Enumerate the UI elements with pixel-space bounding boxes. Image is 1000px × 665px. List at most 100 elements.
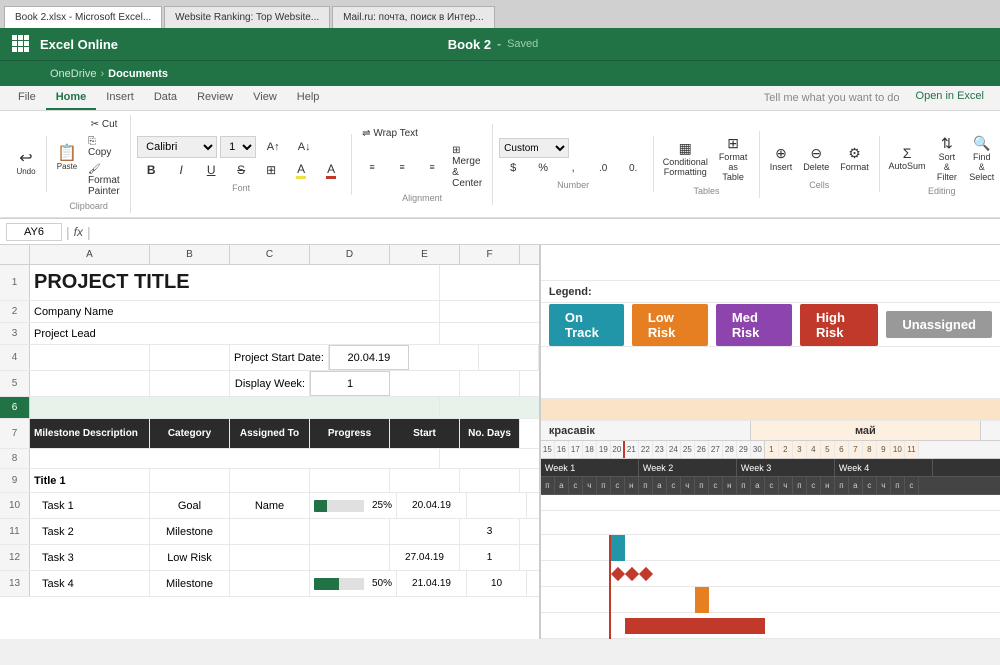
cell-E12[interactable]: 27.04.19 xyxy=(390,545,460,570)
align-left-button[interactable]: ≡ xyxy=(358,143,386,191)
insert-icon: ⊕ xyxy=(775,145,787,162)
find-select-button[interactable]: 🔍 Find &Select xyxy=(966,133,998,184)
increase-decimal-button[interactable]: .0 xyxy=(589,160,617,176)
cell-D4-value[interactable]: 20.04.19 xyxy=(329,345,409,370)
badge-unassigned: Unassigned xyxy=(886,311,992,338)
cell-C12 xyxy=(230,545,310,570)
dn-25: ч xyxy=(877,477,891,494)
documents-link[interactable]: Documents xyxy=(108,68,168,80)
cell-F10[interactable] xyxy=(467,493,527,518)
cell-A13[interactable]: Task 4 xyxy=(30,571,150,596)
cell-B13[interactable]: Milestone xyxy=(150,571,230,596)
insert-cells-button[interactable]: ⊕ Insert xyxy=(766,143,797,174)
align-center-button[interactable]: ≡ xyxy=(388,143,416,191)
week2-label: Week 2 xyxy=(639,459,737,476)
tab-file[interactable]: File xyxy=(8,86,46,110)
cell-F4-empty xyxy=(479,345,539,370)
cell-E13[interactable]: 21.04.19 xyxy=(397,571,467,596)
currency-button[interactable]: $ xyxy=(499,160,527,176)
tell-me-input[interactable]: Tell me what you want to do xyxy=(756,86,908,110)
paste-button[interactable]: 📋 Paste xyxy=(53,144,81,173)
cell-D13[interactable]: 50% xyxy=(310,571,397,596)
autosum-button[interactable]: Σ AutoSum xyxy=(886,143,929,173)
cell-A6[interactable] xyxy=(30,397,440,418)
border-button[interactable]: ⊞ xyxy=(257,161,285,179)
cell-B10[interactable]: Goal xyxy=(150,493,230,518)
comma-button[interactable]: , xyxy=(559,160,587,176)
merge-center-button[interactable]: ⊞ Merge & Center xyxy=(448,143,486,191)
cell-A2[interactable]: Company Name xyxy=(30,301,440,322)
wrap-text-button[interactable]: ⇌ Wrap Text xyxy=(358,126,422,141)
cell-F11[interactable]: 3 xyxy=(460,519,520,544)
undo-button[interactable]: ↩ Undo xyxy=(12,149,40,178)
cell-E10[interactable]: 20.04.19 xyxy=(397,493,467,518)
cell-C10[interactable]: Name xyxy=(230,493,310,518)
ribbon-toolbar: ↩ Undo 📋 Paste ✂ Cut ⎘ Copy 🖌 Format Pai… xyxy=(0,111,1000,218)
cell-F13[interactable]: 10 xyxy=(467,571,527,596)
format-as-table-button[interactable]: ⊞ Formatas Table xyxy=(713,133,752,184)
tab-excel[interactable]: Book 2.xlsx - Microsoft Excel... xyxy=(4,6,162,28)
sort-icon: ⇅ xyxy=(941,135,953,152)
excel-titlebar: Excel Online Book 2 - Saved xyxy=(0,28,1000,60)
font-size-select[interactable]: 10 xyxy=(220,136,256,158)
sort-filter-button[interactable]: ⇅ Sort &Filter xyxy=(931,133,962,184)
decrease-font-button[interactable]: A↓ xyxy=(290,139,318,155)
align-right-button[interactable]: ≡ xyxy=(418,143,446,191)
cell-A3[interactable]: Project Lead xyxy=(30,323,440,344)
cell-C13 xyxy=(230,571,310,596)
tab-mail[interactable]: Mail.ru: почта, поиск в Интер... xyxy=(332,6,495,28)
gantt-row-45 xyxy=(541,347,1000,399)
cell-D11 xyxy=(310,519,390,544)
cut-button[interactable]: ✂ Cut xyxy=(84,117,124,132)
cell-A1[interactable]: PROJECT TITLE xyxy=(30,265,440,300)
percent-button[interactable]: % xyxy=(529,160,557,176)
row-num-7: 7 xyxy=(0,419,30,448)
day-19: 19 xyxy=(597,441,611,458)
tab-help[interactable]: Help xyxy=(287,86,330,110)
cell-A12[interactable]: Task 3 xyxy=(30,545,150,570)
tab-data[interactable]: Data xyxy=(144,86,187,110)
strikethrough-button[interactable]: S xyxy=(227,161,255,179)
cell-A10[interactable]: Task 1 xyxy=(30,493,150,518)
increase-font-button[interactable]: A↑ xyxy=(259,139,287,155)
cell-E11 xyxy=(390,519,460,544)
dn-23: а xyxy=(849,477,863,494)
dn-11: ч xyxy=(681,477,695,494)
number-format-select[interactable]: Custom xyxy=(499,138,569,158)
tab-view[interactable]: View xyxy=(243,86,287,110)
cell-B12[interactable]: Low Risk xyxy=(150,545,230,570)
cell-A9[interactable]: Title 1 xyxy=(30,469,150,492)
conditional-formatting-button[interactable]: ▦ ConditionalFormatting xyxy=(660,138,710,179)
col-header-F: F xyxy=(460,245,520,264)
font-family-select[interactable]: Calibri xyxy=(137,136,217,158)
bold-button[interactable]: B xyxy=(137,161,165,179)
dn-21: н xyxy=(821,477,835,494)
underline-button[interactable]: U xyxy=(197,161,225,179)
open-in-excel-button[interactable]: Open in Excel xyxy=(908,86,992,110)
tab-insert[interactable]: Insert xyxy=(96,86,144,110)
tab-home[interactable]: Home xyxy=(46,86,97,110)
format-painter-button[interactable]: 🖌 Format Painter xyxy=(84,162,124,199)
fill-color-button[interactable]: A xyxy=(287,160,315,181)
tab-website[interactable]: Website Ranking: Top Website... xyxy=(164,6,330,28)
cell-D10[interactable]: 25% xyxy=(310,493,397,518)
font-color-button[interactable]: A xyxy=(317,160,345,181)
paste-icon: 📋 xyxy=(57,146,77,162)
copy-button[interactable]: ⎘ Copy xyxy=(84,134,124,160)
row-6: 6 xyxy=(0,397,539,419)
cell-B11[interactable]: Milestone xyxy=(150,519,230,544)
italic-button[interactable]: I xyxy=(167,161,195,179)
tab-review[interactable]: Review xyxy=(187,86,243,110)
office-apps-icon[interactable] xyxy=(12,35,30,53)
gantt-data-row-11 xyxy=(541,561,1000,587)
decrease-decimal-button[interactable]: 0. xyxy=(619,160,647,176)
format-cells-button[interactable]: ⚙ Format xyxy=(836,143,873,174)
cell-D5-value[interactable]: 1 xyxy=(310,371,390,396)
cell-F12[interactable]: 1 xyxy=(460,545,520,570)
cell-reference-input[interactable] xyxy=(6,223,62,241)
cell-A11[interactable]: Task 2 xyxy=(30,519,150,544)
cond-format-icon: ▦ xyxy=(679,140,692,157)
onedrive-link[interactable]: OneDrive xyxy=(50,68,96,80)
day-16: 16 xyxy=(555,441,569,458)
delete-cells-button[interactable]: ⊖ Delete xyxy=(799,143,833,174)
